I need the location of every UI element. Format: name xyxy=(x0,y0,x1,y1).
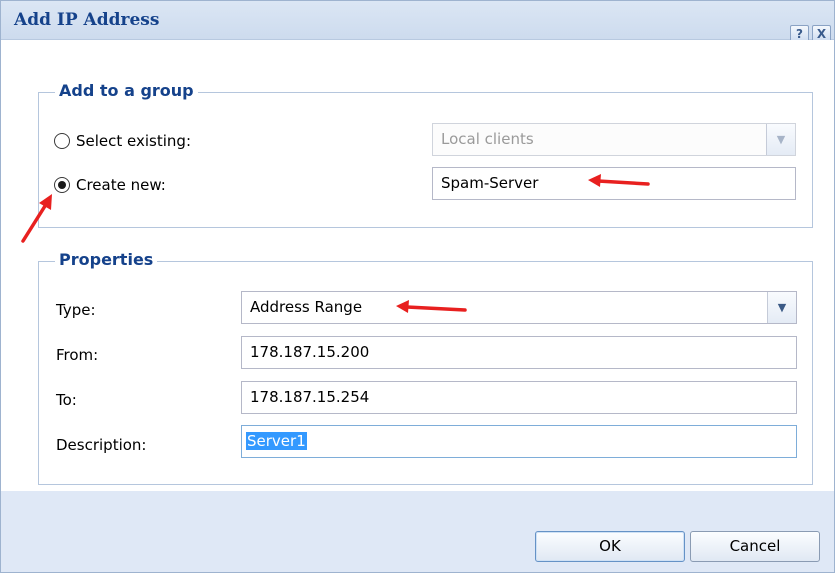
select-existing-combo: Local clients ▼ xyxy=(432,123,796,156)
select-existing-radio[interactable]: Select existing: xyxy=(54,132,191,150)
from-value: 178.187.15.200 xyxy=(250,343,370,361)
dialog-title: Add IP Address xyxy=(14,10,160,30)
radio-selected-dot xyxy=(58,181,66,189)
create-new-value: Spam-Server xyxy=(441,174,539,192)
cancel-button[interactable]: Cancel xyxy=(690,531,820,562)
description-value: Server1 xyxy=(246,432,307,450)
group-fieldset: Add to a group xyxy=(38,81,813,228)
description-input[interactable]: Server1 xyxy=(241,425,797,458)
select-existing-label: Select existing: xyxy=(76,132,191,150)
type-value: Address Range xyxy=(250,298,363,316)
to-label: To: xyxy=(56,391,77,409)
create-new-radio[interactable]: Create new: xyxy=(54,176,166,194)
from-input[interactable]: 178.187.15.200 xyxy=(241,336,797,369)
red-arrow-annotation xyxy=(588,174,650,187)
type-label: Type: xyxy=(56,301,96,319)
description-label: Description: xyxy=(56,436,147,454)
select-existing-value: Local clients xyxy=(441,130,534,148)
chevron-down-icon: ▼ xyxy=(766,124,795,155)
type-combo[interactable]: Address Range ▼ xyxy=(241,291,797,324)
from-label: From: xyxy=(56,346,99,364)
properties-legend: Properties xyxy=(55,250,158,269)
to-value: 178.187.15.254 xyxy=(250,388,370,406)
select-existing-radio-circle[interactable] xyxy=(54,133,70,149)
red-arrow-annotation xyxy=(396,300,467,313)
red-arrow-annotation xyxy=(21,194,52,243)
ok-button[interactable]: OK xyxy=(535,531,685,562)
add-ip-address-dialog: Add IP Address ? X Add to a group Select… xyxy=(0,0,835,573)
create-new-label: Create new: xyxy=(76,176,166,194)
group-legend: Add to a group xyxy=(55,81,198,100)
dialog-titlebar: Add IP Address xyxy=(1,1,834,40)
to-input[interactable]: 178.187.15.254 xyxy=(241,381,797,414)
chevron-down-icon[interactable]: ▼ xyxy=(767,292,796,323)
